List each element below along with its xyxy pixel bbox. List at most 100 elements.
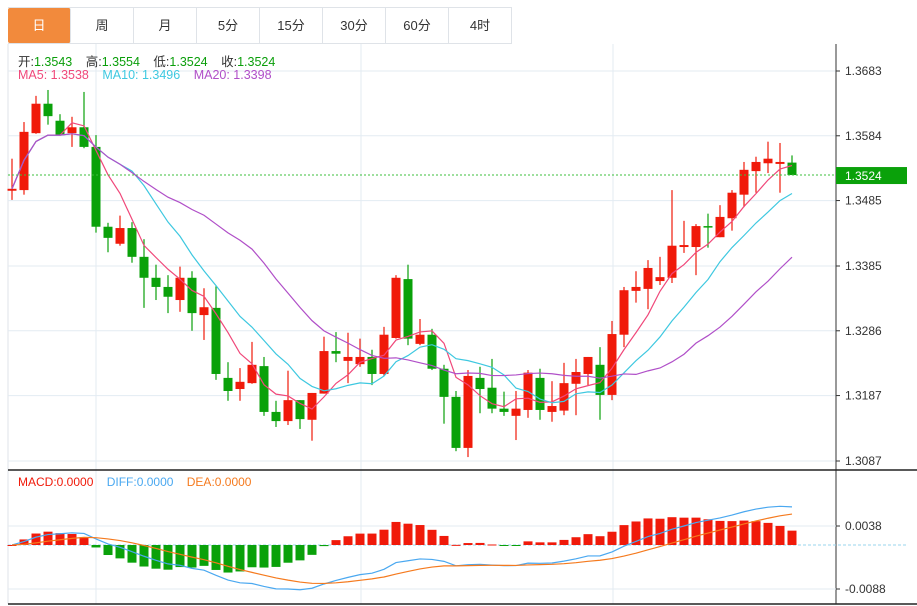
candle bbox=[127, 222, 137, 263]
candle-body bbox=[727, 192, 737, 219]
candle bbox=[19, 122, 29, 195]
candle-body bbox=[511, 408, 521, 416]
macd-bar bbox=[355, 533, 365, 545]
candle-body bbox=[235, 381, 245, 390]
candle-body bbox=[775, 161, 785, 164]
macd-bar bbox=[247, 545, 257, 568]
candle-body bbox=[91, 146, 101, 227]
macd-bar bbox=[463, 543, 473, 545]
candle bbox=[223, 362, 233, 401]
candlestick-chart[interactable]: 1.3683 1.3584 1.3485 1.3385 1.3286 1.3187 1.30… bbox=[0, 0, 917, 606]
candle bbox=[103, 222, 113, 253]
macd-bar bbox=[547, 542, 557, 545]
candle bbox=[655, 256, 665, 285]
candle-body bbox=[691, 226, 701, 248]
candle-body bbox=[187, 277, 197, 314]
macd-bar bbox=[67, 533, 77, 545]
candle-body bbox=[751, 161, 761, 172]
macd-bar bbox=[487, 544, 497, 546]
macd-bar bbox=[715, 520, 725, 545]
macd-bar bbox=[583, 534, 593, 545]
candle bbox=[7, 158, 17, 200]
macd-bar bbox=[343, 536, 353, 545]
macd-bar bbox=[787, 530, 797, 545]
macd-legend: MACD:0.0000 DIFF:0.0000 DEA:0.0000 bbox=[18, 475, 261, 489]
candle-body bbox=[451, 396, 461, 448]
candle-body bbox=[151, 277, 161, 287]
high-label: 高: bbox=[85, 55, 102, 69]
price-tick-label: 1.3385 bbox=[845, 259, 882, 273]
price-tick-label: 1.3485 bbox=[845, 194, 882, 208]
candle bbox=[703, 213, 713, 248]
ma5-value: MA5: 1.3538 bbox=[18, 68, 89, 82]
low-value: 1.3524 bbox=[169, 55, 208, 69]
macd-bar bbox=[511, 545, 521, 546]
candle-body bbox=[583, 356, 593, 374]
candle-body bbox=[67, 127, 77, 134]
candle-body bbox=[271, 411, 281, 422]
candle-body bbox=[607, 334, 617, 395]
candle bbox=[679, 220, 689, 253]
macd-bar bbox=[307, 545, 317, 555]
close-label: 收: bbox=[221, 55, 238, 69]
candle bbox=[559, 362, 569, 416]
macd-bar bbox=[295, 545, 305, 561]
candle-body bbox=[343, 356, 353, 361]
candle-body bbox=[631, 286, 641, 291]
macd-bar bbox=[331, 540, 341, 545]
candle bbox=[175, 266, 185, 312]
macd-bar bbox=[43, 531, 53, 545]
last-price-label: 1.3524 bbox=[845, 169, 882, 183]
macd-bar bbox=[379, 529, 389, 545]
candle-body bbox=[487, 387, 497, 409]
candle-body bbox=[7, 188, 17, 191]
macd-bar bbox=[271, 545, 281, 567]
candle bbox=[583, 356, 593, 386]
candle-body bbox=[391, 277, 401, 338]
candle-body bbox=[679, 245, 689, 248]
macd-bar bbox=[499, 545, 509, 546]
macd-bar bbox=[367, 533, 377, 545]
kline-widget: 日 周 月 5分 15分 30分 60分 4时 1.3683 1.3584 1.34… bbox=[0, 0, 917, 606]
candle-body bbox=[115, 228, 125, 244]
ma-legend: MA5: 1.3538 MA10: 1.3496 MA20: 1.3398 bbox=[18, 68, 282, 82]
candle-body bbox=[787, 162, 797, 176]
macd-bar bbox=[283, 545, 293, 563]
open-label: 开: bbox=[18, 55, 34, 69]
candle bbox=[319, 336, 329, 394]
candle-body bbox=[163, 286, 173, 297]
macd-bar bbox=[751, 521, 761, 545]
candle-body bbox=[259, 366, 269, 412]
macd-bar bbox=[523, 541, 533, 545]
candle-body bbox=[283, 400, 293, 422]
macd-bar bbox=[763, 522, 773, 545]
candle-body bbox=[499, 408, 509, 412]
candle-body bbox=[31, 103, 41, 134]
candle-body bbox=[439, 368, 449, 397]
macd-bar bbox=[727, 521, 737, 545]
price-tick-label: 1.3286 bbox=[845, 324, 882, 338]
macd-bar bbox=[319, 545, 329, 547]
price-tick-label: 1.3187 bbox=[845, 389, 882, 403]
candle bbox=[571, 358, 581, 416]
candle-body bbox=[199, 307, 209, 316]
candle bbox=[247, 341, 257, 384]
candle-body bbox=[319, 351, 329, 394]
macd-bar bbox=[643, 518, 653, 545]
macd-bar bbox=[391, 521, 401, 545]
candle-body bbox=[175, 277, 185, 301]
candle-body bbox=[223, 377, 233, 391]
candle-body bbox=[715, 216, 725, 238]
macd-bar bbox=[211, 545, 221, 570]
candle bbox=[259, 356, 269, 416]
open-value: 1.3543 bbox=[33, 55, 73, 69]
macd-bar bbox=[103, 545, 113, 556]
macd-bar bbox=[403, 523, 413, 545]
candle-body bbox=[547, 406, 557, 412]
candle bbox=[151, 264, 161, 301]
candle-body bbox=[139, 256, 149, 278]
macd-bar bbox=[667, 517, 677, 545]
candle bbox=[439, 364, 449, 424]
macd-bar bbox=[439, 535, 449, 545]
candle-body bbox=[415, 334, 425, 344]
